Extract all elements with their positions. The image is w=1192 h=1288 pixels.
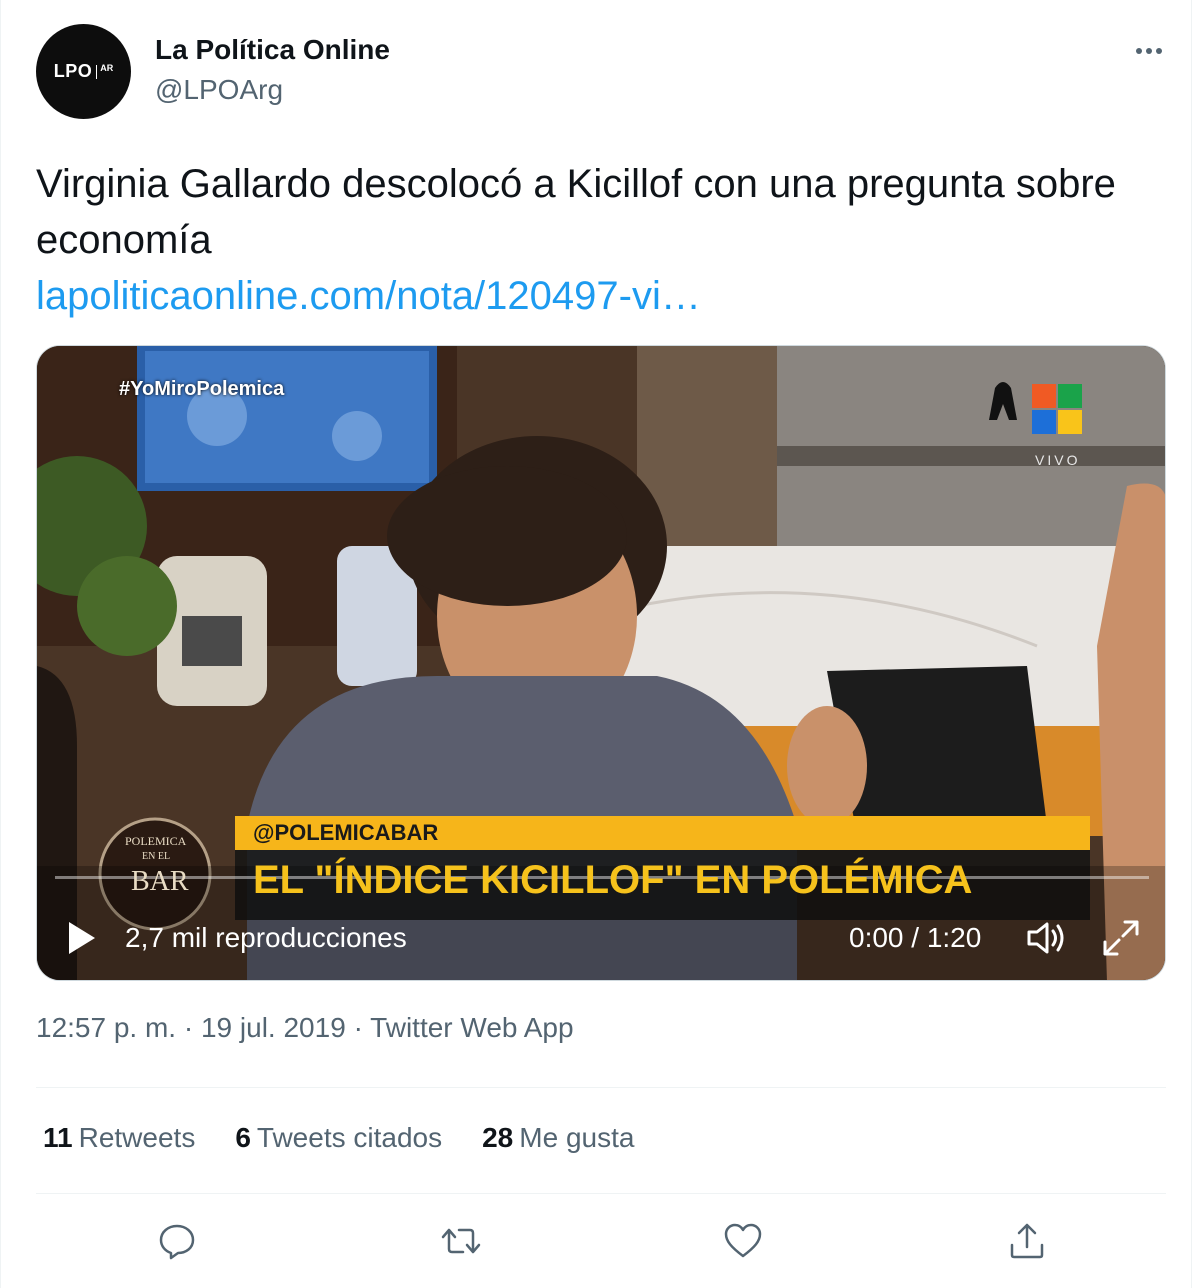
video-player[interactable]: #YoMiroPolemica VIVO @POLEMICABAR EL "ÍN… bbox=[36, 345, 1166, 981]
tweet-stats: 11 Retweets 6 Tweets citados 28 Me gusta bbox=[43, 1122, 634, 1154]
tweet-source[interactable]: Twitter Web App bbox=[370, 1012, 573, 1043]
play-icon bbox=[69, 922, 95, 954]
more-dot bbox=[1156, 48, 1162, 54]
likes-stat[interactable]: 28 Me gusta bbox=[482, 1122, 634, 1154]
share-icon bbox=[1010, 1223, 1044, 1259]
avatar-text: LPO bbox=[53, 61, 93, 81]
play-button[interactable] bbox=[61, 918, 101, 958]
reply-icon bbox=[159, 1224, 195, 1260]
meta-separator: · bbox=[183, 1012, 194, 1043]
retweets-stat[interactable]: 11 Retweets bbox=[43, 1122, 195, 1154]
tweet-meta: 12:57 p. m. · 19 jul. 2019 · Twitter Web… bbox=[36, 1012, 574, 1044]
channel-tag: VIVO bbox=[1035, 452, 1081, 468]
tweet-link[interactable]: lapoliticaonline.com/nota/120497-vi… bbox=[36, 268, 701, 324]
tweet-time[interactable]: 12:57 p. m. bbox=[36, 1012, 176, 1043]
show-logo-line3: BAR bbox=[131, 866, 189, 897]
view-count: 2,7 mil reproducciones bbox=[125, 922, 407, 953]
reply-button[interactable] bbox=[153, 1217, 201, 1265]
tweet-date[interactable]: 19 jul. 2019 bbox=[201, 1012, 346, 1043]
retweet-icon bbox=[441, 1228, 481, 1254]
likes-label: Me gusta bbox=[519, 1122, 635, 1153]
meta-separator: · bbox=[353, 1012, 363, 1043]
fullscreen-icon bbox=[1103, 920, 1139, 956]
lower-third-title: EL "ÍNDICE KICILLOF" EN POLÉMICA bbox=[253, 858, 973, 902]
quote-tweets-count: 6 bbox=[235, 1122, 251, 1153]
avatar[interactable]: LPO AR bbox=[36, 24, 131, 119]
retweets-label: Retweets bbox=[78, 1122, 196, 1153]
avatar-subtext: AR bbox=[100, 62, 114, 73]
author-handle[interactable]: @LPOArg bbox=[155, 74, 283, 106]
lower-third-handle: @POLEMICABAR bbox=[253, 820, 439, 845]
divider bbox=[36, 1087, 1166, 1088]
like-button[interactable] bbox=[719, 1217, 767, 1265]
divider bbox=[36, 1193, 1166, 1194]
likes-count: 28 bbox=[482, 1122, 514, 1153]
tweet-card: LPO AR La Política Online @LPOArg Virgini… bbox=[0, 0, 1192, 1288]
volume-icon bbox=[1027, 922, 1064, 954]
video-time: 0:00 / 1:20 bbox=[849, 922, 982, 953]
like-icon bbox=[724, 1223, 762, 1258]
retweets-count: 11 bbox=[43, 1122, 73, 1153]
retweet-button[interactable] bbox=[437, 1217, 485, 1265]
more-dot bbox=[1146, 48, 1152, 54]
more-dot bbox=[1136, 48, 1142, 54]
author-name[interactable]: La Política Online bbox=[155, 34, 390, 66]
show-logo-line1: POLEMICA bbox=[125, 834, 187, 848]
quote-tweets-stat[interactable]: 6 Tweets citados bbox=[235, 1122, 442, 1154]
more-options-icon[interactable] bbox=[1129, 36, 1169, 66]
video-hashtag: #YoMiroPolemica bbox=[119, 378, 285, 400]
share-button[interactable] bbox=[1003, 1217, 1051, 1265]
fullscreen-button[interactable] bbox=[1099, 916, 1143, 960]
avatar-divider bbox=[96, 64, 98, 79]
tweet-text: Virginia Gallardo descolocó a Kicillof c… bbox=[36, 162, 1116, 262]
volume-button[interactable] bbox=[1025, 918, 1069, 958]
show-logo-line2: EN EL bbox=[142, 851, 171, 862]
quote-tweets-label: Tweets citados bbox=[256, 1122, 443, 1153]
